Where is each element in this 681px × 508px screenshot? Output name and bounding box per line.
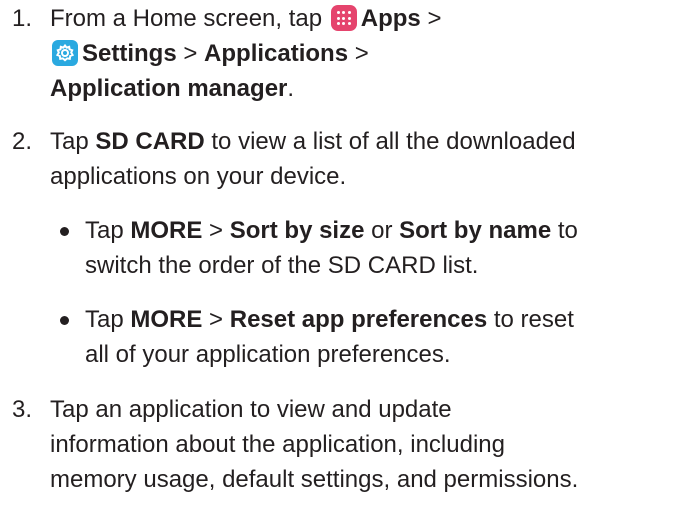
bullet-text-fragment: all of your application preferences. [85,341,451,368]
step-text-fragment: memory usage, default settings, and perm… [50,466,579,493]
period: . [287,75,295,102]
bullet-text-fragment: to [557,217,578,244]
step-text-fragment: to view a list of all the downloaded [211,128,576,155]
step-number: 2. [12,128,33,155]
step-text: Tap an application to view and update in… [50,392,681,497]
bullet-dot [60,227,69,236]
step-text-fragment: applications on your device. [50,163,347,190]
sd-card-label: SD CARD [95,128,205,155]
step-text-fragment: Tap an application to view and update [50,396,452,423]
bullet-text-fragment: switch the order of the SD CARD list. [85,252,479,279]
apps-grid-icon [330,5,357,31]
step-text-fragment: Tap [50,128,89,155]
bullet-text-fragment: to reset [493,306,574,333]
separator: > [209,306,224,333]
more-label: MORE [130,217,203,244]
separator: > [427,5,442,32]
apps-label: Apps [360,5,421,32]
separator: > [354,40,369,67]
instruction-page: 1. From a Home screen, tap Apps > Settin… [0,0,681,508]
settings-label: Settings [82,40,177,67]
settings-gear-icon [52,40,78,66]
reset-app-preferences-label: Reset app preferences [229,306,488,333]
step-number: 1. [12,5,33,32]
step-text-fragment: information about the application, inclu… [50,431,505,458]
separator: > [209,217,224,244]
sort-by-name-label: Sort by name [399,217,552,244]
bullet-text-fragment: Tap [85,306,124,333]
applications-label: Applications [204,40,349,67]
sort-by-size-label: Sort by size [229,217,365,244]
step-text-fragment: From a Home screen, tap [50,5,323,32]
bullet-text-fragment: Tap [85,217,124,244]
bullet-text: Tap MORE > Reset app preferences to rese… [85,302,681,372]
bullet-text-fragment: or [371,217,393,244]
step-number: 3. [12,396,33,423]
bullet-text: Tap MORE > Sort by size or Sort by name … [85,213,681,283]
bullet-dot [60,316,69,325]
step-text: Tap SD CARD to view a list of all the do… [50,124,681,194]
more-label: MORE [130,306,203,333]
application-manager-label: Application manager [50,75,288,102]
separator: > [183,40,198,67]
step-text: From a Home screen, tap Apps > Settings … [50,1,681,106]
